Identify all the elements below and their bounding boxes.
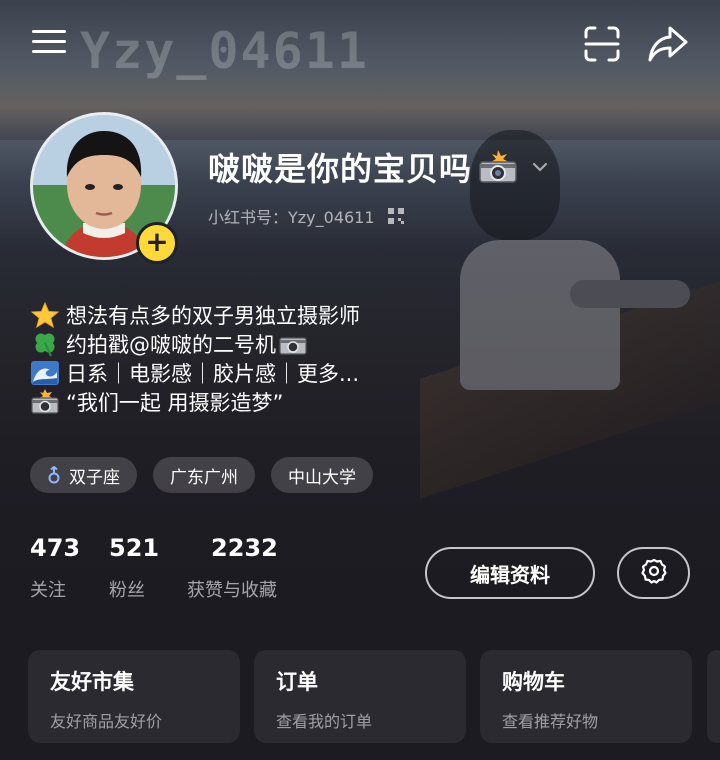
settings-button[interactable] [617, 547, 690, 599]
bio-line: 约拍戳@啵啵的二号机 [30, 329, 450, 358]
nickname: 啵啵是你的宝贝吗 [208, 150, 473, 188]
card-friendly-market[interactable]: 友好市集 友好商品友好价 [28, 650, 240, 743]
camera-flash-icon [478, 150, 518, 184]
chevron-down-icon[interactable] [530, 157, 550, 177]
username-watermark: Yzy_04611 [80, 22, 369, 80]
qr-code-icon[interactable] [387, 207, 405, 225]
stat-likes-collects[interactable]: 2232 获赞与收藏 [187, 534, 278, 602]
card-next-peek[interactable] [707, 650, 720, 743]
nickname-row[interactable]: 啵啵是你的宝贝吗 [208, 142, 550, 192]
star-icon [30, 301, 60, 328]
camera-icon [278, 331, 308, 357]
wave-icon [30, 360, 60, 386]
clover-icon [30, 331, 60, 357]
bio-line: 想法有点多的双子男独立摄影师 [30, 300, 450, 329]
profile-tags: 双子座 广东广州 中山大学 [30, 457, 373, 493]
bio-line: 日系｜电影感｜胶片感｜更多... [30, 358, 450, 387]
edit-profile-button[interactable]: 编辑资料 [425, 547, 595, 599]
tag-school[interactable]: 中山大学 [271, 457, 373, 493]
redbook-id-row: 小红书号：Yzy_04611 [208, 204, 405, 228]
bio-line: “我们一起 用摄影造梦” [30, 387, 450, 416]
camera-flash-icon [30, 388, 60, 415]
scan-icon[interactable] [582, 24, 622, 64]
tag-location[interactable]: 广东广州 [153, 457, 255, 493]
menu-icon[interactable] [30, 26, 70, 58]
top-bar: Yzy_04611 [0, 0, 720, 90]
bio: 想法有点多的双子男独立摄影师 约拍戳@啵啵的二号机 日系｜电影感｜胶片感｜更多.… [30, 300, 450, 416]
male-gender-icon [47, 465, 61, 484]
card-orders[interactable]: 订单 查看我的订单 [254, 650, 466, 743]
tag-zodiac[interactable]: 双子座 [30, 457, 137, 493]
stat-following[interactable]: 473 关注 [30, 534, 80, 602]
share-icon[interactable] [646, 22, 690, 66]
gear-icon [640, 558, 667, 588]
add-avatar-button[interactable]: + [136, 222, 178, 264]
card-shopping-cart[interactable]: 购物车 查看推荐好物 [480, 650, 692, 743]
stat-followers[interactable]: 521 粉丝 [109, 534, 159, 602]
redbook-id: 小红书号：Yzy_04611 [208, 208, 375, 227]
